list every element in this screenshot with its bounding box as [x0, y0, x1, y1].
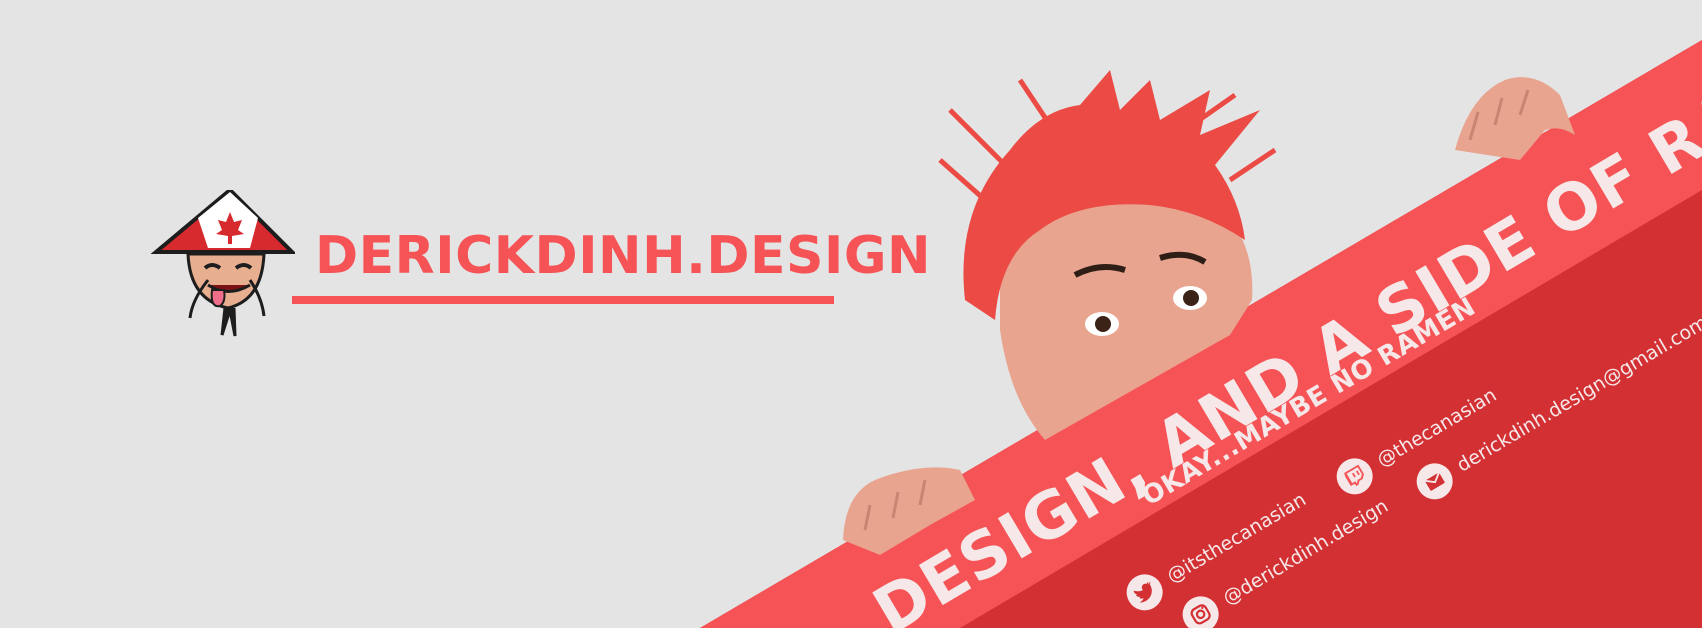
header-banner: DERICKDINH.DESIGN DESIGN, AND A SIDE OF … — [0, 0, 1702, 628]
title-underline — [292, 296, 834, 304]
site-title: DERICKDINH.DESIGN — [315, 226, 932, 286]
logo-mascot-icon — [150, 190, 295, 337]
mascot-face — [186, 252, 266, 310]
mascot-tongue — [210, 289, 226, 308]
mascot-beard — [220, 307, 237, 337]
